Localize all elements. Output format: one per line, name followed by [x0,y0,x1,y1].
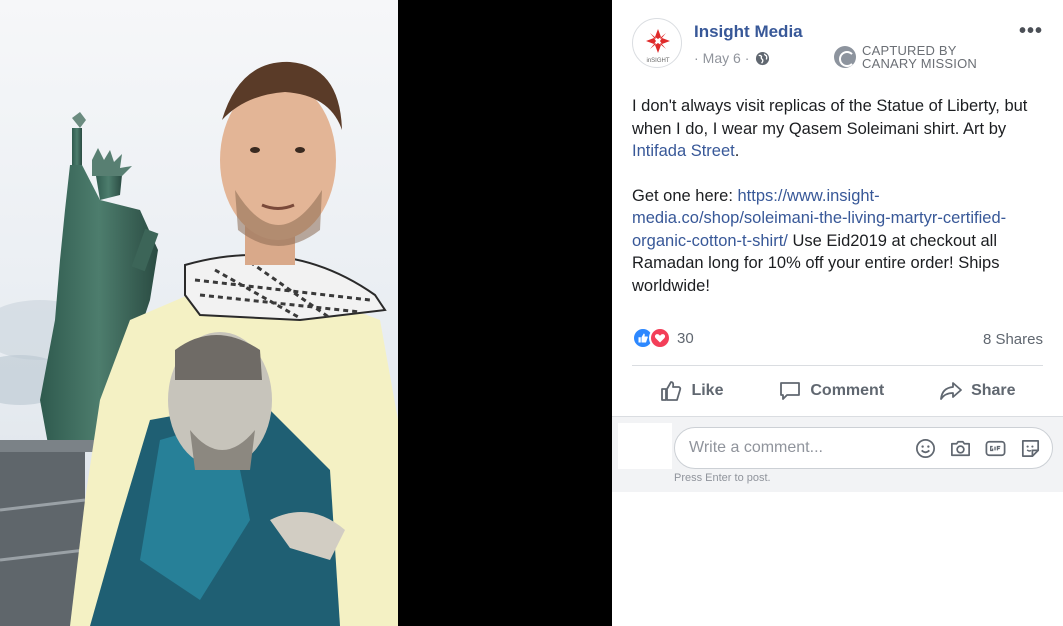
watermark-line-2: CANARY MISSION [862,56,978,71]
comment-button[interactable]: Comment [778,379,884,403]
page-name-link[interactable]: Insight Media [694,22,803,42]
more-options-button[interactable]: ••• [1019,20,1043,43]
canary-logo-icon [834,46,856,68]
comment-input[interactable]: Write a comment... [674,427,1053,469]
reaction-count: 30 [677,329,694,347]
insight-logo-icon: inSIGHT [646,29,670,64]
shares-count[interactable]: 8 Shares [983,331,1043,348]
photo-illustration [0,0,398,626]
share-label: Share [971,382,1016,399]
date-separator: · [694,50,699,66]
like-label: Like [691,382,724,399]
comment-label: Comment [810,382,885,399]
love-reaction-icon [649,327,671,349]
intifada-street-link[interactable]: Intifada Street [632,142,735,160]
reaction-summary[interactable]: 30 [632,327,694,349]
post-meta: · May 6 · [694,50,770,66]
photo-letterbox [398,0,612,626]
share-button[interactable]: Share [939,379,1016,403]
post-paragraph-1: I don't always visit replicas of the Sta… [632,97,1028,160]
press-enter-hint: Press Enter to post. [674,472,771,484]
share-icon [940,382,962,400]
camera-icon[interactable] [949,437,972,460]
comment-placeholder: Write a comment... [689,439,823,456]
comment-icon [780,382,801,400]
canary-mission-watermark: CAPTURED BY CANARY MISSION [834,44,977,70]
globe-icon [755,51,770,66]
post-date[interactable]: May 6 [703,50,741,66]
post-panel: inSIGHT Insight Media · May 6 · CAPTURED… [612,0,1063,626]
post-paragraph-2: Get one here: https://www.insight-media.… [632,186,1007,295]
page-avatar[interactable]: inSIGHT [632,18,682,68]
like-button[interactable]: Like [659,379,723,403]
gif-icon[interactable] [984,437,1007,460]
sticker-icon[interactable] [1019,437,1042,460]
thumbs-up-icon [661,381,682,401]
date-separator: · [744,50,750,66]
post-photo[interactable] [0,0,398,626]
emoji-icon[interactable] [914,437,937,460]
commenter-avatar [618,423,672,469]
post-body: I don't always visit replicas of the Sta… [632,95,1052,319]
comment-section: Write a comment... Press Enter to post. [612,416,1063,492]
divider [632,365,1043,366]
avatar-label: inSIGHT [646,58,669,64]
comment-tools [914,437,1042,460]
action-bar: Like Comment Share [632,370,1043,412]
